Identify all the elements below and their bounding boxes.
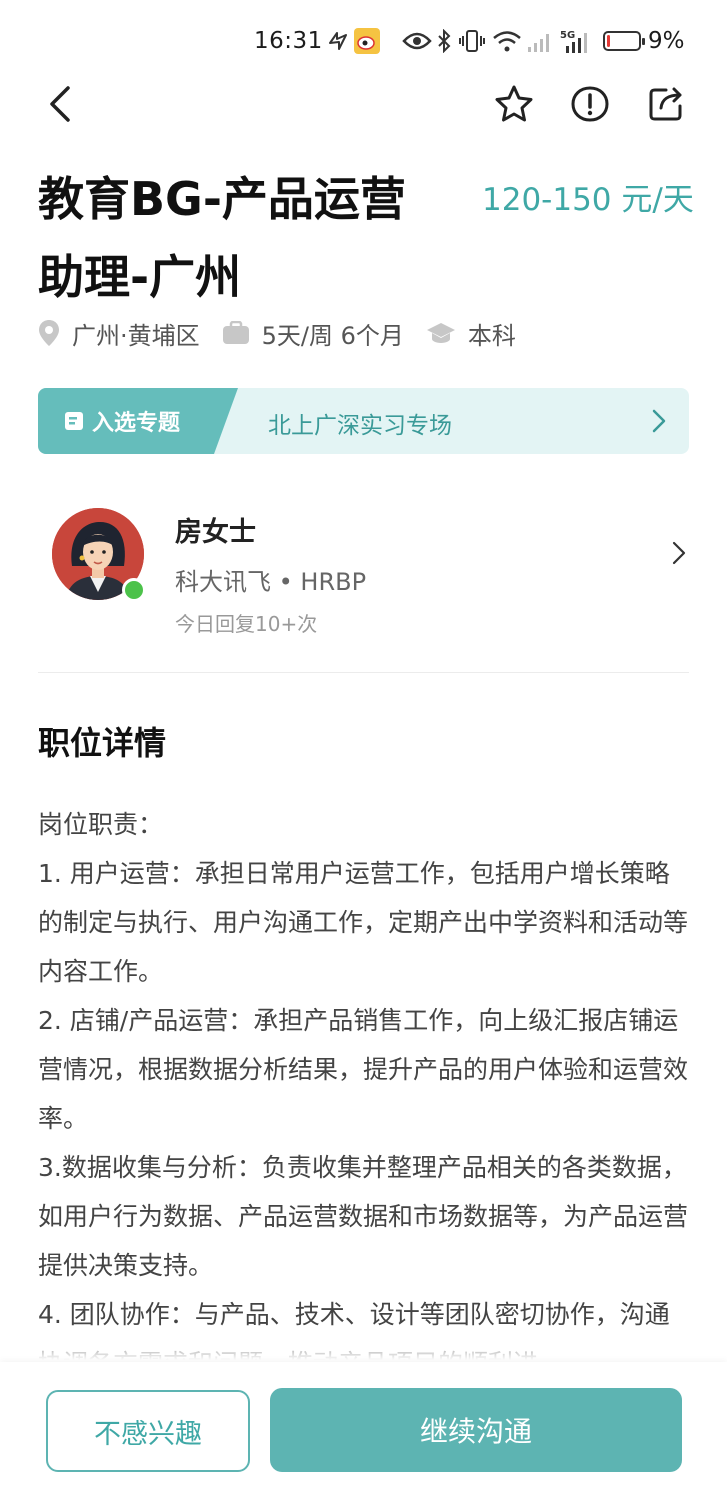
job-meta: 广州·黄埔区 5天/周 6个月 本科 [38, 313, 538, 353]
topic-tag-label: 入选专题 [92, 411, 181, 436]
divider [38, 672, 689, 673]
back-icon [50, 86, 70, 122]
recruiter-card[interactable]: 房女士 科大讯飞 • HRBP 今日回复10+次 [38, 490, 689, 650]
meta-location: 广州·黄埔区 [38, 316, 200, 351]
battery-fill [607, 35, 610, 47]
bookmark-icon [65, 412, 83, 430]
continue-chat-button[interactable]: 继续沟通 [270, 1388, 682, 1472]
not-interested-button[interactable]: 不感兴趣 [46, 1390, 250, 1472]
job-title-line2: 助理-广州 [38, 250, 242, 304]
5g-signal-icon: 5G [560, 28, 594, 54]
job-title: 教育BG-产品运营 助理-广州 [38, 160, 468, 316]
recruiter-company-role: 科大讯飞 • HRBP [175, 568, 367, 596]
weibo-icon [354, 28, 380, 54]
back-button[interactable] [36, 80, 84, 128]
bottom-action-bar: 不感兴趣 继续沟通 [0, 1362, 727, 1500]
schedule-text: 5天/周 6个月 [261, 321, 404, 350]
online-status-dot [122, 578, 146, 602]
education-text: 本科 [467, 321, 516, 350]
briefcase-icon [222, 321, 249, 344]
job-description: 岗位职责： 1. 用户运营：承担日常用户运营工作，包括用户增长策略的制定与执行、… [38, 800, 693, 1360]
share-icon [649, 87, 682, 121]
status-bar: 16:31 5G 9% [0, 22, 727, 62]
desc-paragraph: 3.数据收集与分析：负责收集并整理产品相关的各类数据，如用户行为数据、产品运营数… [38, 1153, 689, 1280]
recruiter-reply-info: 今日回复10+次 [175, 612, 318, 636]
eye-icon [402, 28, 432, 54]
svg-text:5G: 5G [560, 30, 575, 41]
chevron-right-icon [652, 409, 666, 433]
chevron-right-icon [672, 541, 686, 565]
graduation-cap-icon [426, 323, 455, 343]
meta-education: 本科 [426, 316, 516, 351]
battery-icon [603, 31, 645, 51]
favorite-button[interactable] [490, 80, 538, 128]
wifi-icon [492, 28, 522, 54]
section-title-details: 职位详情 [38, 724, 167, 762]
topic-banner[interactable]: 入选专题 北上广深实习专场 [38, 388, 689, 454]
topic-text: 北上广深实习专场 [268, 413, 452, 439]
desc-paragraph: 岗位职责： [38, 810, 164, 839]
desc-paragraph: 1. 用户运营：承担日常用户运营工作，包括用户增长策略的制定与执行、用户沟通工作… [38, 859, 689, 986]
report-button[interactable] [566, 80, 614, 128]
battery-percent: 9% [648, 28, 685, 54]
bluetooth-icon [436, 28, 452, 54]
share-button[interactable] [642, 80, 690, 128]
vibrate-icon [458, 28, 486, 54]
meta-schedule: 5天/周 6个月 [222, 316, 404, 351]
job-title-line1: 教育BG-产品运营 [38, 172, 406, 226]
notification-icon [326, 28, 350, 54]
signal-icon [526, 28, 554, 54]
star-icon [495, 85, 533, 122]
report-icon [571, 86, 609, 122]
status-time: 16:31 [254, 28, 323, 54]
location-pin-icon [39, 320, 59, 346]
description-fade [0, 1330, 727, 1360]
topic-tag: 入选专题 [38, 388, 238, 454]
location-text: 广州·黄埔区 [72, 321, 200, 350]
recruiter-name: 房女士 [175, 517, 256, 548]
desc-paragraph: 2. 店铺/产品运营：承担产品销售工作，向上级汇报店铺运营情况，根据数据分析结果… [38, 1006, 689, 1133]
salary: 120-150 元/天 [482, 182, 694, 218]
